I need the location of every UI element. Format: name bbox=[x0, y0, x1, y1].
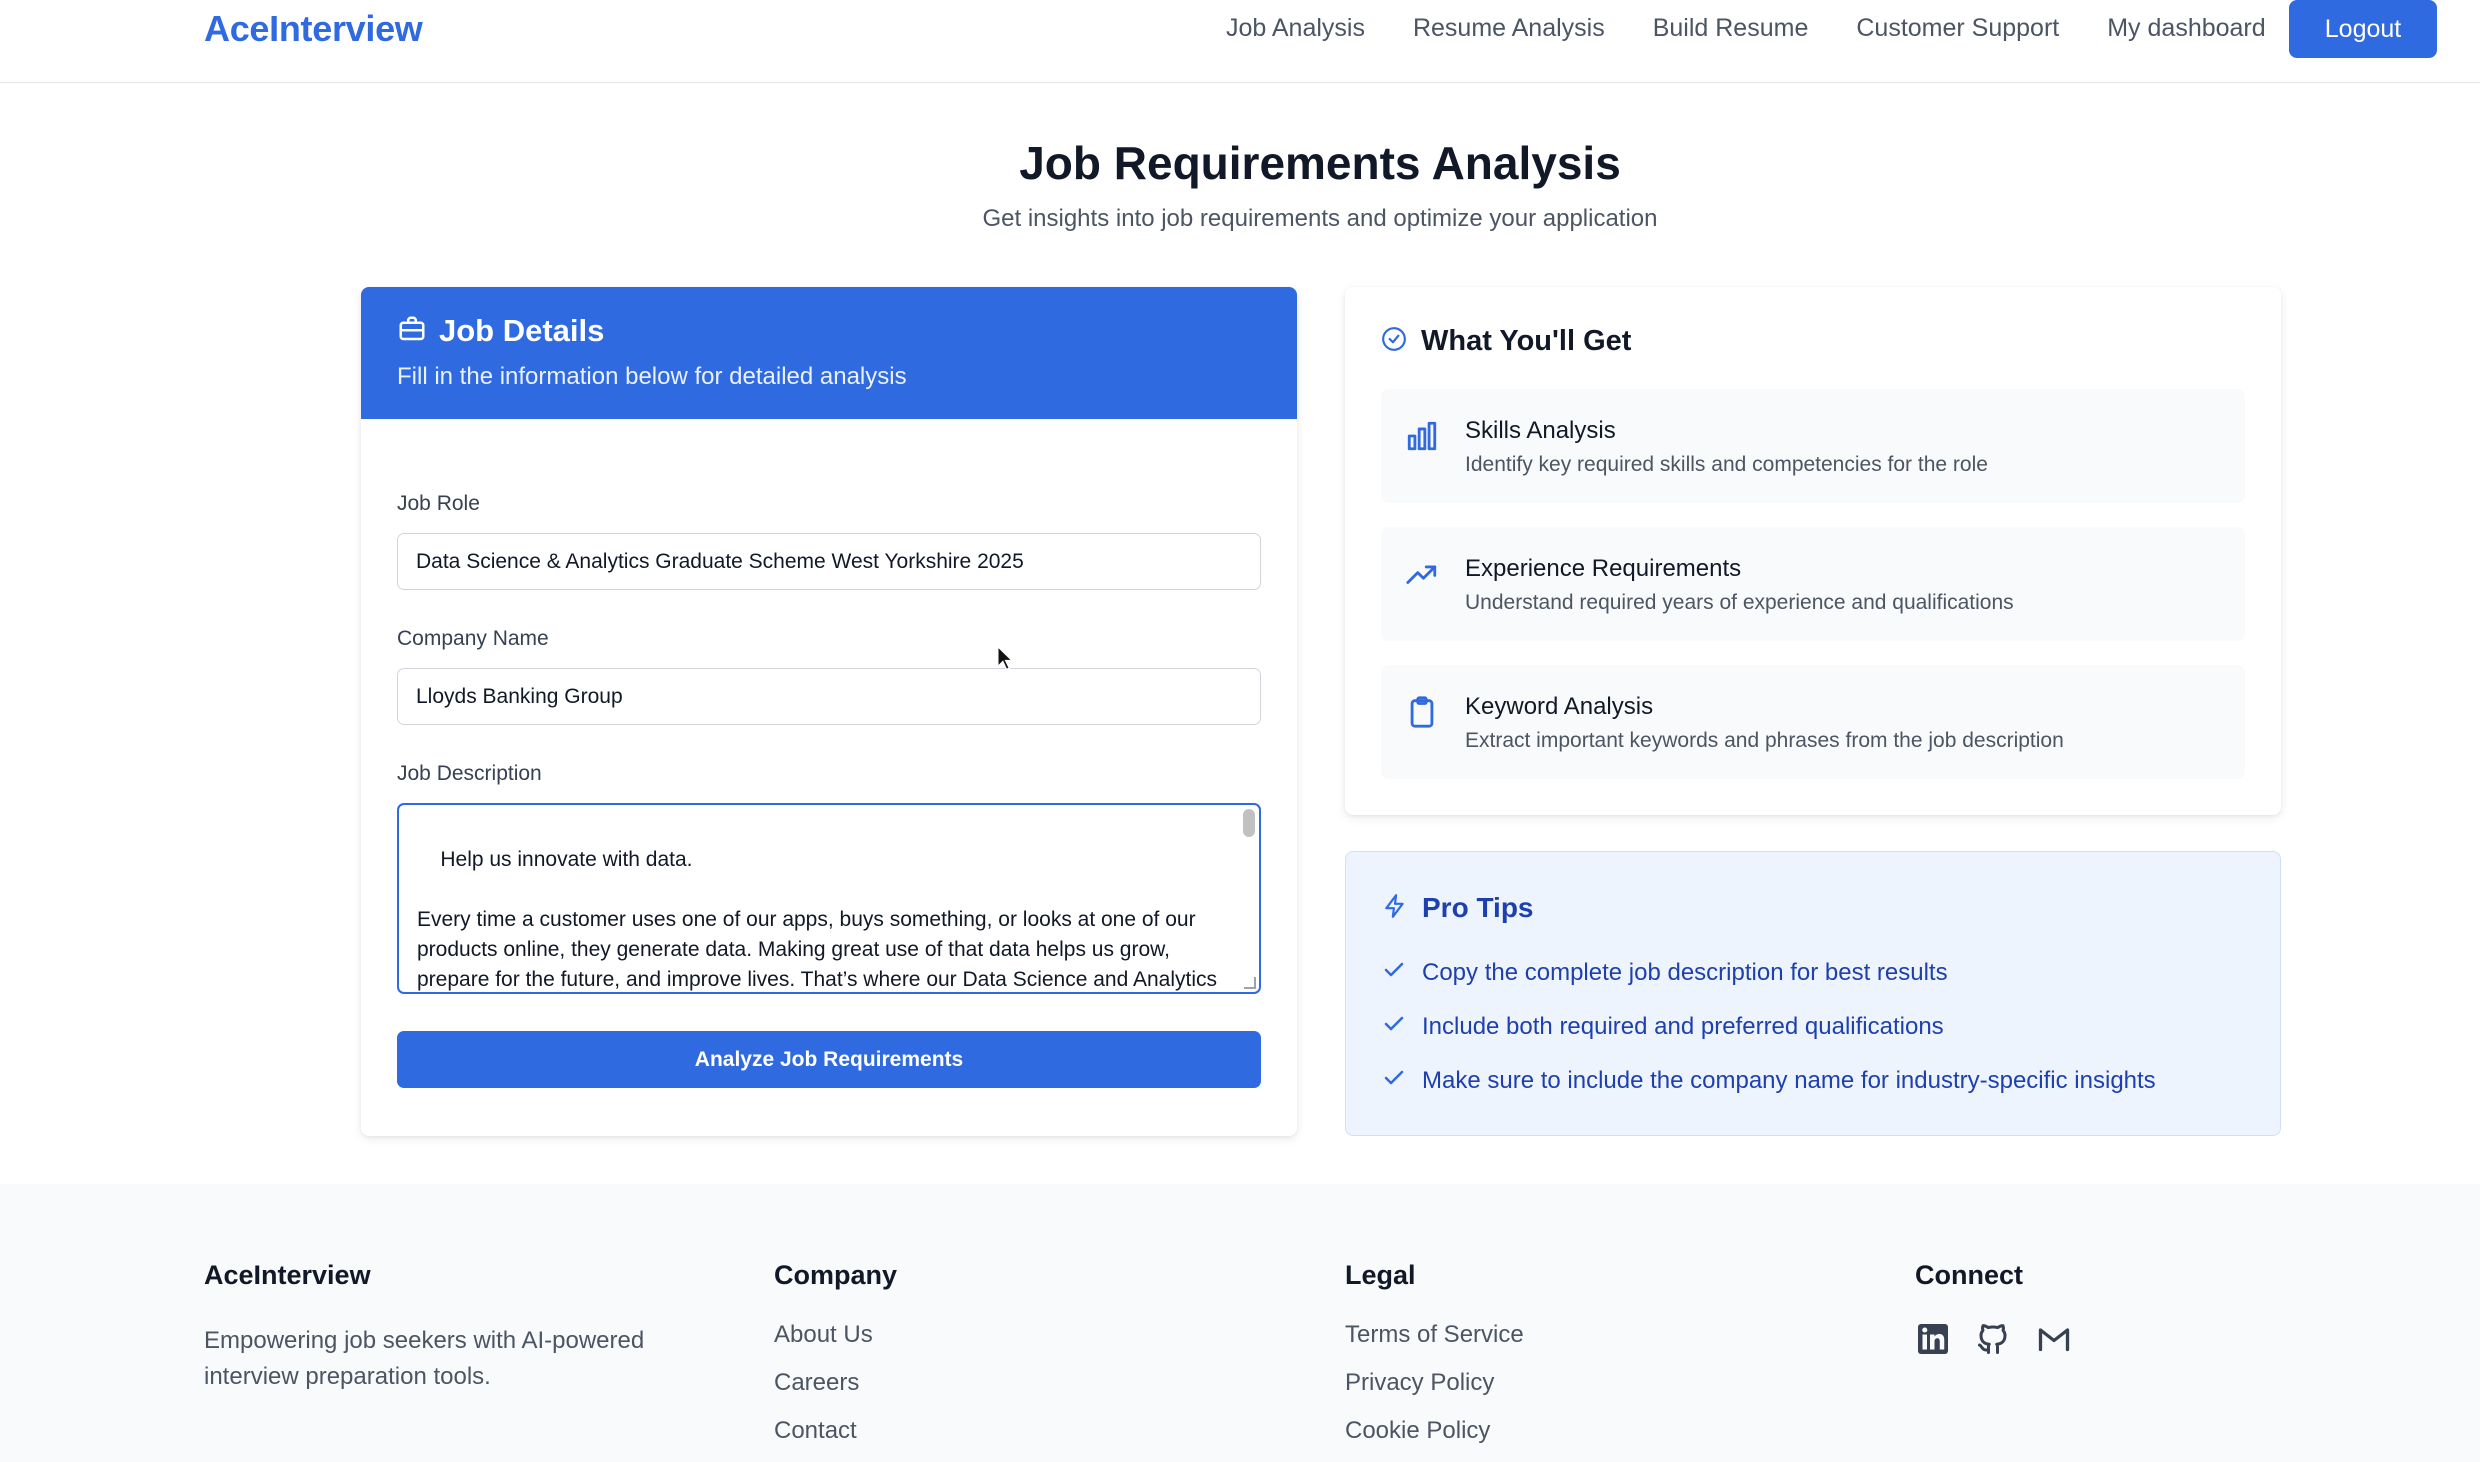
what-youll-get-card: What You'll Get Skills Analysis Identify… bbox=[1345, 287, 2281, 815]
feature-title: Skills Analysis bbox=[1465, 417, 1616, 444]
company-name-input[interactable]: Lloyds Banking Group bbox=[397, 668, 1261, 725]
footer-company-column: Company About Us Careers Contact bbox=[774, 1260, 897, 1455]
footer-tagline: Empowering job seekers with AI-powered i… bbox=[204, 1327, 645, 1390]
tip-item: Make sure to include the company name fo… bbox=[1382, 1066, 2156, 1095]
nav-resume-analysis[interactable]: Resume Analysis bbox=[1413, 14, 1605, 43]
footer-brand-column: AceInterview Empowering job seekers with… bbox=[204, 1260, 674, 1395]
mouse-cursor-icon bbox=[996, 644, 1014, 676]
footer-link-privacy[interactable]: Privacy Policy bbox=[1345, 1359, 1524, 1407]
feature-title: Keyword Analysis bbox=[1465, 693, 1654, 720]
tip-text: Include both required and preferred qual… bbox=[1422, 1012, 1944, 1040]
brand-logo[interactable]: AceInterview bbox=[204, 8, 423, 50]
analyze-job-button[interactable]: Analyze Job Requirements bbox=[397, 1031, 1261, 1088]
footer-company-title: Company bbox=[774, 1260, 898, 1290]
check-icon bbox=[1382, 1066, 1406, 1095]
footer-legal-column: Legal Terms of Service Privacy Policy Co… bbox=[1345, 1260, 1524, 1455]
check-circle-icon bbox=[1381, 326, 1407, 357]
lightning-icon bbox=[1382, 893, 1408, 924]
footer-brand: AceInterview bbox=[204, 1260, 371, 1290]
page-title: Job Requirements Analysis bbox=[1019, 137, 1621, 189]
footer-link-contact[interactable]: Contact bbox=[774, 1407, 897, 1455]
logout-button[interactable]: Logout bbox=[2289, 0, 2437, 58]
gmail-icon[interactable] bbox=[2035, 1321, 2073, 1362]
job-role-input[interactable]: Data Science & Analytics Graduate Scheme… bbox=[397, 533, 1261, 590]
job-details-description: Fill in the information below for detail… bbox=[397, 363, 907, 390]
nav-build-resume[interactable]: Build Resume bbox=[1653, 14, 1809, 43]
pro-tips-card: Pro Tips Copy the complete job descripti… bbox=[1345, 851, 2281, 1136]
feature-keyword-analysis: Keyword Analysis Extract important keywo… bbox=[1381, 665, 2245, 779]
check-icon bbox=[1382, 958, 1406, 987]
tip-item: Include both required and preferred qual… bbox=[1382, 1012, 1944, 1041]
page-subtitle: Get insights into job requirements and o… bbox=[982, 205, 1658, 232]
footer: AceInterview Empowering job seekers with… bbox=[0, 1184, 2480, 1462]
main-nav: Job Analysis Resume Analysis Build Resum… bbox=[1226, 14, 2314, 43]
job-description-text: Help us innovate with data. Every time a… bbox=[417, 848, 1217, 991]
footer-connect-title: Connect bbox=[1915, 1260, 2023, 1290]
footer-legal-title: Legal bbox=[1345, 1260, 1416, 1290]
bar-chart-icon bbox=[1405, 419, 1439, 458]
check-icon bbox=[1382, 1012, 1406, 1041]
footer-link-cookie[interactable]: Cookie Policy bbox=[1345, 1407, 1524, 1455]
nav-job-analysis[interactable]: Job Analysis bbox=[1226, 14, 1365, 43]
job-description-label: Job Description bbox=[397, 762, 542, 785]
footer-link-careers[interactable]: Careers bbox=[774, 1359, 897, 1407]
tip-item: Copy the complete job description for be… bbox=[1382, 958, 1948, 987]
clipboard-icon bbox=[1405, 695, 1439, 734]
textarea-scrollbar[interactable] bbox=[1243, 809, 1255, 837]
job-details-title: Job Details bbox=[439, 313, 605, 348]
footer-link-about-us[interactable]: About Us bbox=[774, 1311, 897, 1359]
company-name-label: Company Name bbox=[397, 627, 549, 650]
textarea-resize-handle[interactable] bbox=[1244, 977, 1256, 989]
footer-link-terms[interactable]: Terms of Service bbox=[1345, 1311, 1524, 1359]
top-navbar: AceInterview Job Analysis Resume Analysi… bbox=[0, 0, 2480, 83]
pro-tips-title: Pro Tips bbox=[1422, 892, 1534, 923]
job-details-header: Job Details Fill in the information belo… bbox=[361, 287, 1297, 419]
linkedin-icon[interactable] bbox=[1915, 1321, 1951, 1362]
job-description-textarea[interactable]: Help us innovate with data. Every time a… bbox=[397, 803, 1261, 994]
what-youll-get-title: What You'll Get bbox=[1421, 325, 1632, 357]
feature-description: Understand required years of experience … bbox=[1465, 591, 2014, 614]
feature-description: Extract important keywords and phrases f… bbox=[1465, 729, 2064, 752]
job-role-label: Job Role bbox=[397, 492, 480, 515]
feature-skills-analysis: Skills Analysis Identify key required sk… bbox=[1381, 389, 2245, 503]
nav-customer-support[interactable]: Customer Support bbox=[1856, 14, 2059, 43]
tip-text: Copy the complete job description for be… bbox=[1422, 958, 1948, 986]
feature-title: Experience Requirements bbox=[1465, 555, 1742, 582]
github-icon[interactable] bbox=[1975, 1321, 2011, 1362]
feature-experience-requirements: Experience Requirements Understand requi… bbox=[1381, 527, 2245, 641]
briefcase-icon bbox=[397, 314, 427, 349]
job-details-card: Job Details Fill in the information belo… bbox=[361, 287, 1297, 1136]
footer-connect-column: Connect bbox=[1915, 1260, 2097, 1362]
feature-description: Identify key required skills and compete… bbox=[1465, 453, 1988, 476]
tip-text: Make sure to include the company name fo… bbox=[1422, 1066, 2156, 1094]
trending-up-icon bbox=[1405, 557, 1439, 596]
nav-my-dashboard[interactable]: My dashboard bbox=[2107, 14, 2265, 43]
